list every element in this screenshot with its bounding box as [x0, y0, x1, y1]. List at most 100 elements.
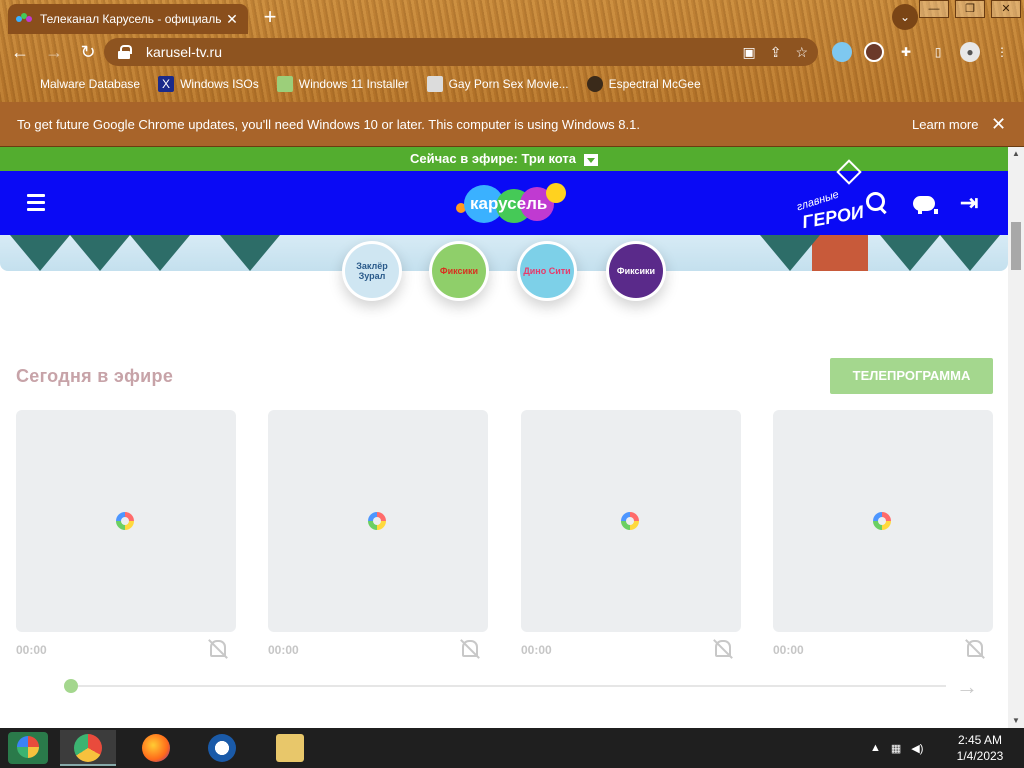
folder-icon	[276, 734, 304, 762]
bookmark-item[interactable]: Malware Database	[18, 76, 140, 92]
menu-kebab-icon[interactable]: ⋮	[992, 42, 1012, 62]
infobar-close-icon[interactable]: ✕	[991, 114, 1006, 135]
scroll-up-icon[interactable]: ▲	[1008, 147, 1024, 161]
slider-knob[interactable]	[64, 679, 78, 693]
bookmark-label: Espectral McGee	[608, 77, 701, 91]
system-tray: ▲ ▦ ◀)	[870, 728, 923, 768]
restore-button[interactable]: ❐	[955, 0, 985, 18]
main-heroes-logo[interactable]: главные ГЕРОИ	[795, 159, 865, 235]
bookmark-label: Gay Porn Sex Movie...	[448, 77, 569, 91]
show-label: Фиксики	[609, 244, 663, 298]
chrome-update-infobar: To get future Google Chrome updates, you…	[0, 102, 1024, 147]
card-placeholder	[773, 410, 993, 632]
bookmark-label: Windows 11 Installer	[298, 77, 409, 91]
bookmark-item[interactable]: Espectral McGee	[586, 76, 701, 92]
site-favicon-icon	[426, 76, 443, 92]
loading-spinner-icon	[621, 512, 639, 530]
chrome-icon	[74, 734, 102, 762]
x-logo-icon: X	[158, 76, 175, 92]
circle-logo-icon	[208, 734, 236, 762]
translate-icon[interactable]: ▣	[742, 44, 755, 61]
bookmarks-bar: Malware Database X Windows ISOs Windows …	[0, 72, 701, 96]
reload-icon[interactable]: ↻	[74, 38, 102, 66]
share-icon[interactable]: ⇪	[770, 44, 782, 61]
card-time: 00:00	[16, 643, 47, 657]
tab-title: Телеканал Карусель - официаль	[40, 12, 222, 26]
bell-off-icon[interactable]	[206, 638, 228, 660]
taskbar-explorer[interactable]	[262, 730, 318, 766]
search-icon[interactable]	[865, 191, 889, 215]
side-panel-icon[interactable]: ▯	[928, 42, 948, 62]
window-controls: — ❐ ✕	[916, 0, 1024, 18]
on-air-text: Сейчас в эфире: Три кота	[409, 151, 577, 166]
tray-up-icon[interactable]: ▲	[870, 742, 881, 754]
flag-extension-icon[interactable]	[832, 42, 852, 62]
profile-avatar-icon[interactable]: ●	[960, 42, 980, 62]
new-tab-button[interactable]: +	[258, 6, 282, 30]
schedule-card[interactable]: 00:00	[773, 410, 993, 657]
browser-tab[interactable]: Телеканал Карусель - официаль ✕	[8, 4, 248, 34]
clock-time: 2:45 AM	[957, 733, 1003, 747]
address-bar[interactable]: karusel-tv.ru ▣ ⇪ ☆	[104, 38, 818, 66]
schedule-card[interactable]: 00:00	[16, 410, 236, 657]
minimize-button[interactable]: —	[919, 0, 949, 18]
scroll-down-icon[interactable]: ▼	[1008, 714, 1024, 728]
tab-close-icon[interactable]: ✕	[224, 11, 240, 28]
taskbar-firefox[interactable]	[128, 730, 184, 766]
next-arrow-icon[interactable]: →	[956, 674, 978, 700]
shows-carousel: Заклёр Зурал Фиксики Дино Сити Фиксики	[0, 241, 1008, 305]
omnibox-actions: ▣ ⇪ ☆	[742, 38, 808, 66]
extensions-area: ✚ ▯ ● ⋮	[832, 36, 1012, 68]
puzzle-icon[interactable]: ✚	[896, 42, 916, 62]
bookmark-star-icon[interactable]: ☆	[795, 44, 808, 61]
tv-program-button[interactable]: ТЕЛЕПРОГРАММА	[830, 358, 993, 394]
schedule-slider[interactable]	[64, 679, 946, 699]
web-page: Сейчас в эфире: Три кота карусель главны…	[0, 147, 1008, 728]
show-thumbnail[interactable]: Фиксики	[429, 241, 489, 301]
taskbar-obama-app[interactable]	[194, 730, 250, 766]
back-arrow-icon[interactable]: ←	[6, 38, 34, 66]
schedule-card[interactable]: 00:00	[268, 410, 488, 657]
volume-icon[interactable]: ◀)	[911, 742, 923, 755]
site-header: карусель главные ГЕРОИ ⇥	[0, 159, 1008, 235]
bell-off-icon[interactable]	[711, 638, 733, 660]
taskbar-clock[interactable]: 2:45 AM 1/4/2023	[950, 732, 1010, 764]
bookmark-label: Windows ISOs	[180, 77, 259, 91]
start-button[interactable]	[8, 732, 48, 764]
karusel-favicon-icon	[16, 11, 32, 27]
tab-search-chevron-icon[interactable]: ⌄	[892, 4, 918, 30]
learn-more-link[interactable]: Learn more	[912, 117, 978, 132]
page-scrollbar[interactable]: ▲ ▼	[1008, 147, 1024, 728]
hamburger-menu-icon[interactable]	[27, 194, 45, 215]
card-time: 00:00	[268, 643, 299, 657]
show-thumbnail[interactable]: Заклёр Зурал	[342, 241, 402, 301]
piggy-bank-icon[interactable]	[912, 191, 938, 215]
profile-extension-icon[interactable]	[864, 42, 884, 62]
card-placeholder	[16, 410, 236, 632]
login-icon[interactable]: ⇥	[960, 191, 984, 215]
url-text: karusel-tv.ru	[146, 44, 222, 60]
infobar-message: To get future Google Chrome updates, you…	[17, 116, 640, 132]
kite-icon	[836, 159, 862, 185]
scrollbar-thumb[interactable]	[1011, 222, 1021, 270]
show-thumbnail[interactable]: Фиксики	[606, 241, 666, 301]
bookmark-item[interactable]: Windows 11 Installer	[276, 76, 409, 92]
bell-off-icon[interactable]	[458, 638, 480, 660]
slider-track[interactable]	[70, 685, 946, 687]
bell-off-icon[interactable]	[963, 638, 985, 660]
forward-arrow-icon[interactable]: →	[40, 38, 68, 66]
show-label: Заклёр Зурал	[345, 244, 399, 298]
network-icon[interactable]: ▦	[891, 742, 901, 755]
card-time: 00:00	[521, 643, 552, 657]
close-window-button[interactable]: ✕	[991, 0, 1021, 18]
taskbar-chrome[interactable]	[60, 730, 116, 766]
bookmark-item[interactable]: X Windows ISOs	[158, 76, 259, 92]
schedule-card[interactable]: 00:00	[521, 410, 741, 657]
bookmark-label: Malware Database	[40, 77, 141, 91]
dropdown-chevron-icon[interactable]	[584, 153, 599, 166]
show-thumbnail[interactable]: Дино Сити	[517, 241, 577, 301]
bookmark-item[interactable]: Gay Porn Sex Movie...	[426, 76, 569, 92]
show-label: Дино Сити	[520, 244, 574, 298]
lock-icon[interactable]	[118, 45, 132, 59]
karusel-logo[interactable]: карусель	[456, 183, 568, 225]
